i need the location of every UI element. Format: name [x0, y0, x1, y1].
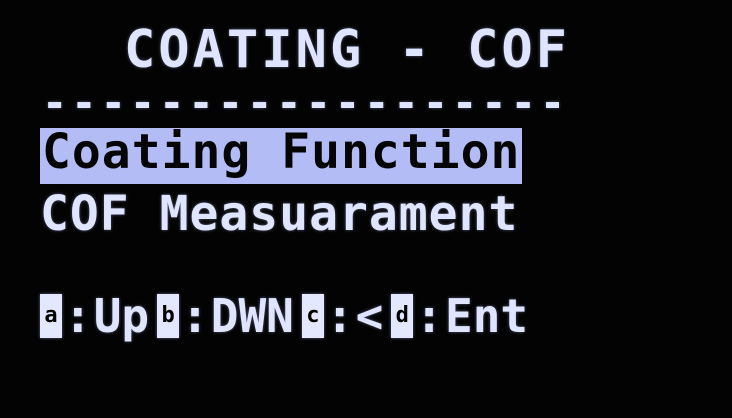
key-help-bar: a : Up b : DWN c : < d : Ent: [40, 288, 536, 344]
key-d-icon: d: [391, 294, 414, 338]
key-separator: :: [181, 289, 209, 343]
menu-item-coating-function[interactable]: Coating Function: [40, 128, 523, 184]
key-separator: :: [64, 289, 92, 343]
menu-item-cof-measurement[interactable]: COF Measuarament: [40, 190, 518, 238]
key-label-back: <: [355, 289, 384, 343]
key-label-enter: Ent: [445, 289, 529, 343]
title-divider: ------------------: [42, 78, 570, 127]
key-a-icon: a: [40, 294, 62, 338]
key-c-icon: c: [301, 294, 324, 338]
key-separator: :: [325, 289, 354, 343]
screen-title: COATING - COF: [124, 20, 570, 80]
key-label-up: Up: [93, 289, 150, 343]
key-label-down: DWN: [210, 289, 294, 343]
key-separator: :: [415, 289, 443, 343]
key-b-icon: b: [157, 294, 180, 338]
lcd-screen: COATING - COF ------------------ Coating…: [0, 0, 732, 418]
